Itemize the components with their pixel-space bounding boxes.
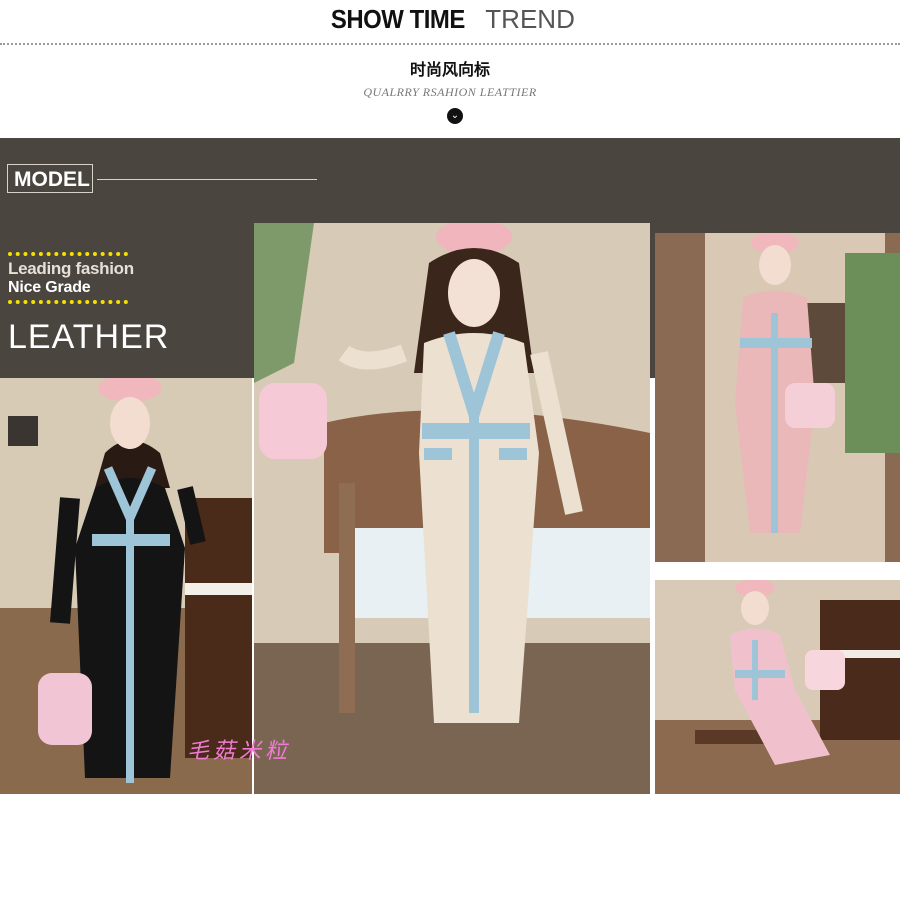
yellow-dots-top xyxy=(8,252,128,256)
model-photo-cream-dress xyxy=(254,223,650,794)
header-divider xyxy=(0,43,900,45)
model-photo-black-dress xyxy=(0,378,252,794)
watermark-brand: 毛菇米粒 xyxy=(187,739,292,764)
chevron-down-circle-icon[interactable]: ⌄ xyxy=(447,108,463,124)
model-label: MODEL xyxy=(7,164,93,193)
yellow-dots-bottom xyxy=(8,300,128,304)
tagline-leading-fashion: Leading fashion xyxy=(8,259,134,278)
tagline-nice-grade: Nice Grade xyxy=(8,279,91,296)
model-divider xyxy=(97,179,317,180)
model-photo-pink-seated xyxy=(655,580,900,794)
category-label: LEATHER xyxy=(8,318,170,356)
header-title-bold: SHOW TIME xyxy=(330,4,466,34)
header-title-light: TREND xyxy=(485,4,575,34)
model-photo-pink-mirror xyxy=(655,233,900,562)
header-title: SHOW TIME TREND xyxy=(0,4,900,35)
header-subtitle-en: QUALRRY RSAHION LEATTIER xyxy=(363,85,537,99)
header-subtitle-cn: 时尚风向标 xyxy=(409,60,490,79)
